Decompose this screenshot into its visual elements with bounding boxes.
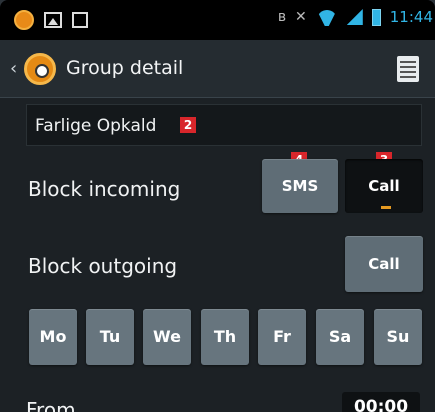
day-button-su[interactable]: Su [374,309,422,365]
selected-indicator [381,206,391,209]
group-name-value: Farlige Opkald [35,116,157,136]
menu-icon[interactable] [397,56,419,82]
signal-icon [346,9,363,25]
bluetooth-icon: ʙ [277,9,287,25]
from-time-button[interactable]: 00:00 [342,392,420,412]
app-screen: ʙ ✕ 11:44 ‹ Group detail Farlige Opkald … [0,0,435,412]
block-incoming-call-button[interactable]: Call [345,159,423,213]
block-incoming-sms-button[interactable]: SMS [262,159,338,213]
block-outgoing-call-button[interactable]: Call [345,236,423,292]
wifi-icon [316,8,338,26]
block-incoming-call-label: Call [368,177,400,195]
image-icon [44,12,62,28]
mute-icon: ✕ [295,9,307,25]
from-label: From [26,398,76,412]
day-button-mo[interactable]: Mo [29,309,77,365]
block-incoming-label: Block incoming [28,177,181,201]
battery-icon [371,8,381,26]
day-button-we[interactable]: We [143,309,191,365]
annotation-badge-2: 2 [180,117,196,133]
avast-icon [14,10,34,30]
status-bar-notifications [14,10,88,30]
day-button-sa[interactable]: Sa [316,309,364,365]
block-outgoing-label: Block outgoing [28,254,178,278]
calendar-icon [72,12,88,28]
status-bar: ʙ ✕ 11:44 [0,0,435,40]
status-bar-system: ʙ ✕ 11:44 [278,8,433,26]
day-button-fr[interactable]: Fr [258,309,306,365]
clock: 11:44 [389,8,433,26]
day-button-tu[interactable]: Tu [86,309,134,365]
action-bar: ‹ Group detail [0,40,435,98]
back-chevron-icon[interactable]: ‹ [10,58,17,79]
page-title: Group detail [66,57,184,79]
day-button-th[interactable]: Th [201,309,249,365]
group-name-field[interactable]: Farlige Opkald [26,104,422,146]
avast-logo-icon[interactable] [24,53,56,85]
